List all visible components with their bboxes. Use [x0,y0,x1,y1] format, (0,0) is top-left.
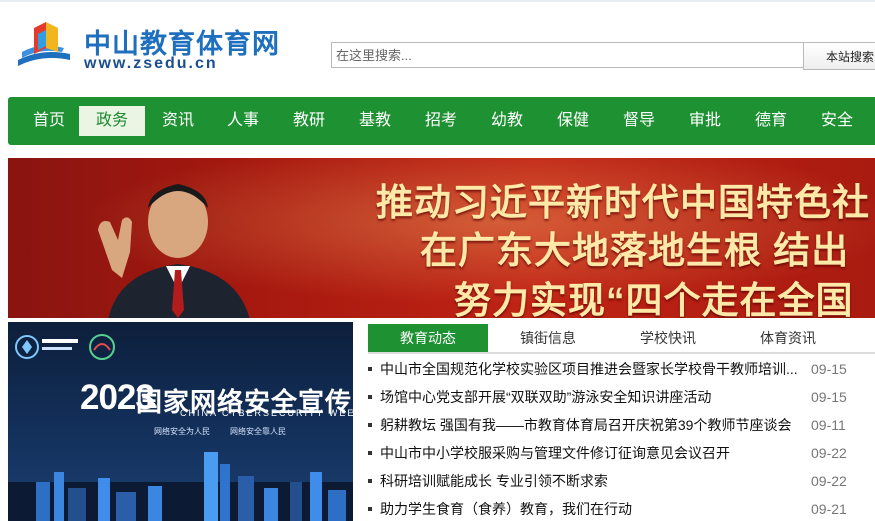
cybersecurity-badge-logo [15,334,115,360]
cyber-slogan-right: 网络安全靠人民 [230,427,286,436]
nav-item-government[interactable]: 政务 [79,106,145,136]
nav-item-news[interactable]: 资讯 [145,106,211,136]
banner-headline-1: 推动习近平新时代中国特色社 [376,182,870,223]
nav-item-moral-education[interactable]: 德育 [738,106,804,136]
nav-item-preschool[interactable]: 幼教 [474,106,540,136]
cyber-english-title: CHINA CYBERSECURITY WEEK [180,408,353,418]
nav-item-admissions[interactable]: 招考 [408,106,474,136]
search-button[interactable]: 本站搜索 [803,42,875,70]
main-nav: 首页 政务 资讯 人事 教研 基教 招考 幼教 保健 督导 审批 德育 安全 [8,97,875,145]
news-title[interactable]: 场馆中心党支部开展“双联双助”游泳安全知识讲座活动 [380,386,800,408]
list-item: 中山市中小学校服采购与管理文件修订征询意见会议召开 09-22 [368,442,858,464]
nav-item-home[interactable]: 首页 [16,106,82,136]
list-item: 科研培训赋能成长 专业引领不断求索 09-22 [368,470,858,492]
news-tabs: 教育动态 镇街信息 学校快讯 体育资讯 [368,322,875,354]
bullet-icon [368,423,372,427]
city-skyline-illustration [8,452,353,521]
news-title[interactable]: 助力学生食育（食养）教育，我们在行动 [380,498,800,520]
list-item: 中山市全国规范化学校实验区项目推进会暨家长学校骨干教师培训... 09-15 [368,358,858,380]
nav-item-basic-education[interactable]: 基教 [342,106,408,136]
tab-sports-news[interactable]: 体育资讯 [728,324,848,352]
news-date: 09-22 [811,473,847,489]
news-title[interactable]: 中山市中小学校服采购与管理文件修订征询意见会议召开 [380,442,800,464]
news-date: 09-15 [811,361,847,377]
bullet-icon [368,367,372,371]
news-title[interactable]: 躬耕教坛 强国有我——市教育体育局召开庆祝第39个教师节座谈会 [380,414,800,436]
nav-item-approval[interactable]: 审批 [672,106,738,136]
news-date: 09-11 [811,417,846,433]
nav-item-safety[interactable]: 安全 [804,106,870,136]
bullet-icon [368,507,372,511]
tab-town-info[interactable]: 镇街信息 [488,324,608,352]
news-date: 09-22 [811,445,847,461]
search-input[interactable] [331,42,803,68]
news-date: 09-15 [811,389,847,405]
list-item: 场馆中心党支部开展“双联双助”游泳安全知识讲座活动 09-15 [368,386,858,408]
news-title[interactable]: 中山市全国规范化学校实验区项目推进会暨家长学校骨干教师培训... [380,358,800,380]
nav-item-supervision[interactable]: 督导 [606,106,672,136]
news-date: 09-21 [811,501,847,517]
banner-headline-2: 在广东大地落地生根 结出 [420,230,850,271]
banner-person-photo [98,184,250,318]
nav-item-personnel[interactable]: 人事 [210,106,276,136]
top-border [0,0,875,2]
site-url: www.zsedu.cn [84,55,218,72]
cybersecurity-week-image[interactable]: 2023 国家网络安全宣传周 CHINA CYBERSECURITY WEEK … [8,322,353,521]
tab-school-news[interactable]: 学校快讯 [608,324,728,352]
nav-item-research[interactable]: 教研 [276,106,342,136]
bullet-icon [368,479,372,483]
bullet-icon [368,395,372,399]
open-book-icon [18,22,70,66]
nav-item-health[interactable]: 保健 [540,106,606,136]
banner-headline-3: 努力实现“四个走在全国 [454,280,854,318]
bullet-icon [368,451,372,455]
cyber-slogan-left: 网络安全为人民 [154,427,210,436]
list-item: 助力学生食育（食养）教育，我们在行动 09-21 [368,498,858,520]
list-item: 躬耕教坛 强国有我——市教育体育局召开庆祝第39个教师节座谈会 09-11 [368,414,858,436]
site-logo[interactable]: 中山教育体育网 www.zsedu.cn [12,14,279,78]
news-title[interactable]: 科研培训赋能成长 专业引领不断求索 [380,470,800,492]
tab-education-news[interactable]: 教育动态 [368,324,488,352]
hero-banner[interactable]: 推动习近平新时代中国特色社 在广东大地落地生根 结出 努力实现“四个走在全国 [8,158,875,318]
